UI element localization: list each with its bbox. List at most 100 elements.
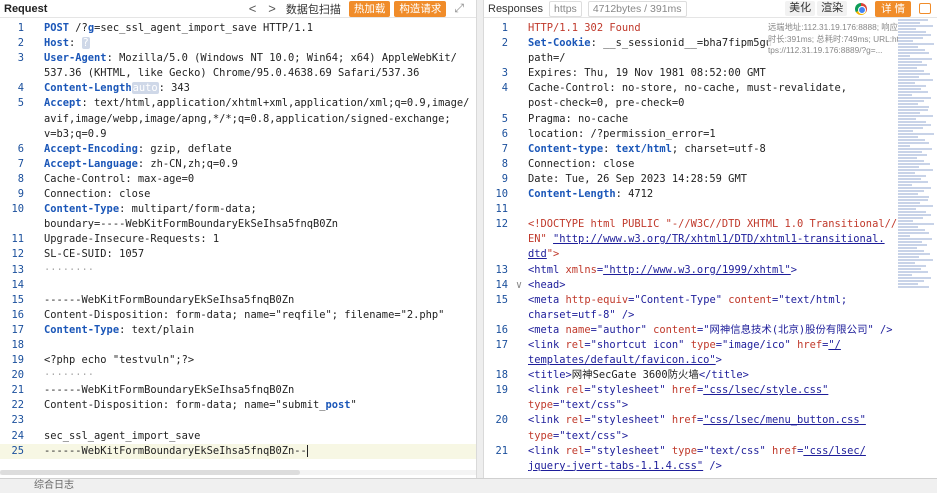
response-code-line[interactable]: 18 <title>网神SecGate 3600防火墙</title> — [484, 368, 937, 383]
response-code-line[interactable]: 21 <link rel="stylesheet" type="text/css"… — [484, 444, 937, 459]
request-code-line[interactable]: 5 Accept: text/html,application/xhtml+xml… — [0, 96, 476, 111]
expand-icon[interactable]: ⤢ — [454, 1, 464, 16]
request-code-line[interactable]: 8 Cache-Control: max-age=0 — [0, 172, 476, 187]
response-code-line[interactable]: charset=utf-8" /> — [484, 308, 937, 323]
packet-scan-button[interactable]: 数据包扫描 — [286, 1, 341, 17]
response-code-line[interactable]: 6 location: /?permission_error=1 — [484, 127, 937, 142]
code-text: boundary=----WebKitFormBoundaryEkSeIhsa5… — [44, 218, 339, 231]
request-editor[interactable]: 1 POST /?g=sec_ssl_agent_import_save HTTP… — [0, 18, 476, 459]
request-code-line[interactable]: 15 ------WebKitFormBoundaryEkSeIhsa5fnqB0… — [0, 293, 476, 308]
minimap-row — [898, 262, 915, 264]
minimap-row — [898, 82, 915, 84]
minimap-row — [898, 283, 918, 285]
request-code-line[interactable]: 25 ------WebKitFormBoundaryEkSeIhsa5fnqB0… — [0, 443, 476, 459]
minimap-row — [898, 286, 929, 288]
response-code-line[interactable]: 17 <link rel="shortcut icon" type="image/… — [484, 338, 937, 353]
request-code-line[interactable]: 10 Content-Type: multipart/form-data; — [0, 202, 476, 217]
fold-gutter — [26, 96, 44, 111]
size-time-tab[interactable]: 4712bytes / 391ms — [587, 0, 687, 17]
line-number: 2 — [501, 37, 508, 50]
response-viewer[interactable]: 1 HTTP/1.1 302 Found 2 Set-Cookie: __s_sess… — [484, 18, 937, 474]
response-code-line[interactable]: 14 ∨ <head> — [484, 278, 937, 293]
request-code-line[interactable]: 6 Accept-Encoding: gzip, deflate — [0, 142, 476, 157]
minimap-row — [898, 220, 913, 222]
request-code-line[interactable]: 13 ········ — [0, 263, 476, 278]
build-request-button[interactable]: 构造请求 — [394, 0, 447, 17]
request-code-line[interactable]: 12 SL-CE-SUID: 1057 — [0, 247, 476, 262]
line-number: 11 — [11, 233, 24, 246]
request-code-line[interactable]: 4 Content-Lengthauto: 343 — [0, 81, 476, 96]
request-code-line[interactable]: v=b3;q=0.9 — [0, 127, 476, 142]
fold-gutter — [510, 338, 528, 353]
fold-gutter — [26, 51, 44, 66]
fold-gutter — [510, 308, 528, 323]
request-code-line[interactable]: 17 Content-Type: text/plain — [0, 323, 476, 338]
request-code-line[interactable]: boundary=----WebKitFormBoundaryEkSeIhsa5… — [0, 217, 476, 232]
minimap-row — [898, 184, 912, 186]
response-code-line[interactable]: 4 Cache-Control: no-store, no-cache, must… — [484, 81, 937, 96]
beautify-button[interactable]: 美化 — [785, 1, 816, 16]
protocol-tab[interactable]: https — [549, 0, 582, 17]
render-button[interactable]: 渲染 — [817, 1, 848, 16]
fold-gutter — [26, 142, 44, 157]
request-code-line[interactable]: 22 Content-Disposition: form-data; name="… — [0, 398, 476, 413]
fold-chevron-icon[interactable]: ∨ — [510, 278, 528, 293]
request-code-line[interactable]: 7 Accept-Language: zh-CN,zh;q=0.9 — [0, 157, 476, 172]
minimap-row — [898, 229, 925, 231]
response-code-line[interactable]: 11 — [484, 202, 937, 217]
minimap-row — [898, 97, 931, 99]
response-code-line[interactable]: type="text/css"> — [484, 398, 937, 413]
response-code-line[interactable]: 20 <link rel="stylesheet" href="css/lsec/… — [484, 413, 937, 428]
footer-tab[interactable]: 综合日志 — [34, 480, 74, 491]
request-horizontal-scrollbar[interactable] — [0, 470, 476, 475]
hot-load-button[interactable]: 热加载 — [348, 0, 391, 17]
chrome-icon[interactable] — [855, 2, 868, 15]
request-code-line[interactable]: 2 Host: ? — [0, 36, 476, 51]
response-code-line[interactable]: 19 <link rel="stylesheet" href="css/lsec/… — [484, 383, 937, 398]
minimap-row — [898, 70, 924, 72]
request-code-line[interactable]: 18 — [0, 338, 476, 353]
response-code-line[interactable]: EN" "http://www.w3.org/TR/xhtml1/DTD/xht… — [484, 232, 937, 247]
minimap-row — [898, 226, 918, 228]
request-code-line[interactable]: 537.36 (KHTML, like Gecko) Chrome/95.0.4… — [0, 66, 476, 81]
response-code-line[interactable]: 9 Date: Tue, 26 Sep 2023 14:28:59 GMT — [484, 172, 937, 187]
back-button[interactable]: < — [243, 1, 263, 17]
code-text: jquery-jvert-tabs-1.1.4.css" /> — [528, 459, 722, 472]
request-code-line[interactable]: 20 ········ — [0, 368, 476, 383]
forward-button[interactable]: > — [262, 1, 282, 17]
message-icon[interactable] — [919, 3, 931, 14]
response-code-line[interactable]: type="text/css"> — [484, 429, 937, 444]
detail-button[interactable]: 详 情 — [875, 0, 911, 17]
code-text: Content-type: text/html; charset=utf-8 — [528, 142, 766, 155]
response-code-line[interactable]: 5 Pragma: no-cache — [484, 112, 937, 127]
response-code-line[interactable]: 12 <!DOCTYPE html PUBLIC "-//W3C//DTD XHT… — [484, 217, 937, 232]
fold-gutter — [26, 112, 44, 127]
request-code-line[interactable]: 11 Upgrade-Insecure-Requests: 1 — [0, 232, 476, 247]
response-code-line[interactable]: 15 <meta http-equiv="Content-Type" conten… — [484, 293, 937, 308]
response-minimap[interactable] — [898, 19, 937, 319]
line-number — [484, 96, 510, 111]
request-code-line[interactable]: 23 — [0, 413, 476, 428]
request-code-line[interactable]: 21 ------WebKitFormBoundaryEkSeIhsa5fnqB0… — [0, 383, 476, 398]
request-code-line[interactable]: 19 <?php echo "testvuln";?> — [0, 353, 476, 368]
response-code-line[interactable]: dtd"> — [484, 247, 937, 262]
request-code-line[interactable]: 9 Connection: close — [0, 187, 476, 202]
request-code-line[interactable]: 24 sec_ssl_agent_import_save — [0, 429, 476, 444]
response-code-line[interactable]: 3 Expires: Thu, 19 Nov 1981 08:52:00 GMT — [484, 66, 937, 81]
response-code-line[interactable]: 16 <meta name="author" content="网神信息技术(北京… — [484, 323, 937, 338]
request-code-line[interactable]: avif,image/webp,image/apng,*/*;q=0.8,app… — [0, 112, 476, 127]
response-code-line[interactable]: 10 Content-Length: 4712 — [484, 187, 937, 202]
response-code-line[interactable]: 8 Connection: close — [484, 157, 937, 172]
request-code-line[interactable]: 3 User-Agent: Mozilla/5.0 (Windows NT 10.… — [0, 51, 476, 66]
code-text: Content-Disposition: form-data; name="su… — [44, 399, 357, 412]
response-code-line[interactable]: jquery-jvert-tabs-1.1.4.css" /> — [484, 459, 937, 474]
response-code-line[interactable]: templates/default/favicon.ico"> — [484, 353, 937, 368]
request-code-line[interactable]: 1 POST /?g=sec_ssl_agent_import_save HTTP… — [0, 21, 476, 36]
response-code-line[interactable]: 13 <html xmlns="http://www.w3.org/1999/xh… — [484, 263, 937, 278]
line-number: 19 — [11, 354, 24, 367]
minimap-row — [898, 73, 930, 75]
response-code-line[interactable]: 7 Content-type: text/html; charset=utf-8 — [484, 142, 937, 157]
response-code-line[interactable]: post-check=0, pre-check=0 — [484, 96, 937, 111]
request-code-line[interactable]: 16 Content-Disposition: form-data; name="… — [0, 308, 476, 323]
request-code-line[interactable]: 14 — [0, 278, 476, 293]
